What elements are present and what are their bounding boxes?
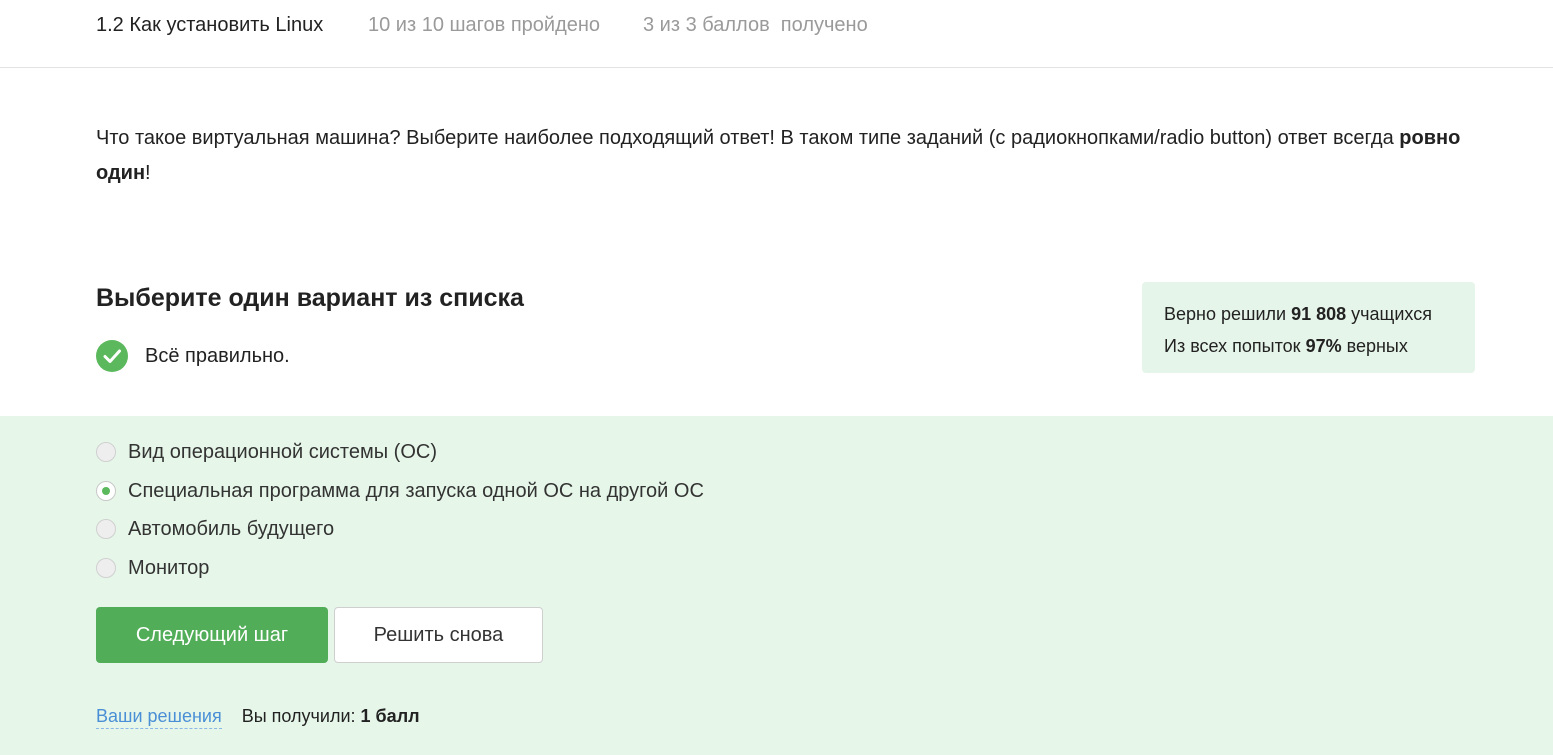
- lesson-title[interactable]: 1.2 Как установить Linux: [96, 14, 323, 37]
- lesson-header: 1.2 Как установить Linux 10 из 10 шагов …: [0, 0, 1553, 68]
- question-text-end: !: [145, 162, 151, 184]
- next-step-button[interactable]: Следующий шаг: [96, 607, 328, 663]
- option-label: Монитор: [128, 556, 210, 579]
- option-future-car[interactable]: Автомобиль будущего: [96, 516, 334, 542]
- score-value: 1 балл: [360, 706, 420, 726]
- steps-progress: 10 из 10 шагов пройдено: [368, 14, 601, 36]
- radio-button[interactable]: [96, 442, 116, 462]
- result-text: Всё правильно.: [145, 344, 290, 367]
- question-text-main: Что такое виртуальная машина? Выберите н…: [96, 127, 1400, 149]
- footer-row: Ваши решения Вы получили: 1 балл: [96, 706, 420, 729]
- quiz-title: Выберите один вариант из списка: [96, 284, 524, 312]
- solved-suffix: учащихся: [1351, 304, 1432, 324]
- stats-panel: Верно решили 91 808 учащихся Из всех поп…: [1142, 282, 1475, 373]
- your-solutions-link[interactable]: Ваши решения: [96, 706, 222, 729]
- score-label: Вы получили:: [241, 706, 356, 726]
- option-label: Автомобиль будущего: [128, 517, 335, 540]
- attempts-prefix: Из всех попыток: [1164, 336, 1301, 356]
- solved-count: 91 808: [1291, 304, 1347, 324]
- option-os-type[interactable]: Вид операционной системы (ОС): [96, 439, 437, 465]
- radio-button[interactable]: [96, 558, 116, 578]
- solved-stat: Верно решили 91 808 учащихся: [1164, 298, 1475, 330]
- question-text: Что такое виртуальная машина? Выберите н…: [96, 121, 1476, 191]
- answer-area: [0, 416, 1553, 755]
- option-monitor[interactable]: Монитор: [96, 555, 209, 581]
- solved-prefix: Верно решили: [1164, 304, 1287, 324]
- attempts-suffix: верных: [1346, 336, 1408, 356]
- option-special-program[interactable]: Специальная программа для запуска одной …: [96, 478, 704, 504]
- retry-button[interactable]: Решить снова: [334, 607, 543, 663]
- option-label: Вид операционной системы (ОС): [128, 440, 437, 463]
- check-circle-icon: [96, 340, 128, 372]
- attempts-percent: 97%: [1305, 336, 1342, 356]
- attempts-stat: Из всех попыток 97% верных: [1164, 330, 1475, 362]
- option-label: Специальная программа для запуска одной …: [128, 479, 704, 502]
- radio-button[interactable]: [96, 519, 116, 539]
- radio-button-selected[interactable]: [96, 481, 116, 501]
- result-status: Всё правильно.: [96, 340, 290, 372]
- points-progress: 3 из 3 баллов получено: [643, 14, 868, 36]
